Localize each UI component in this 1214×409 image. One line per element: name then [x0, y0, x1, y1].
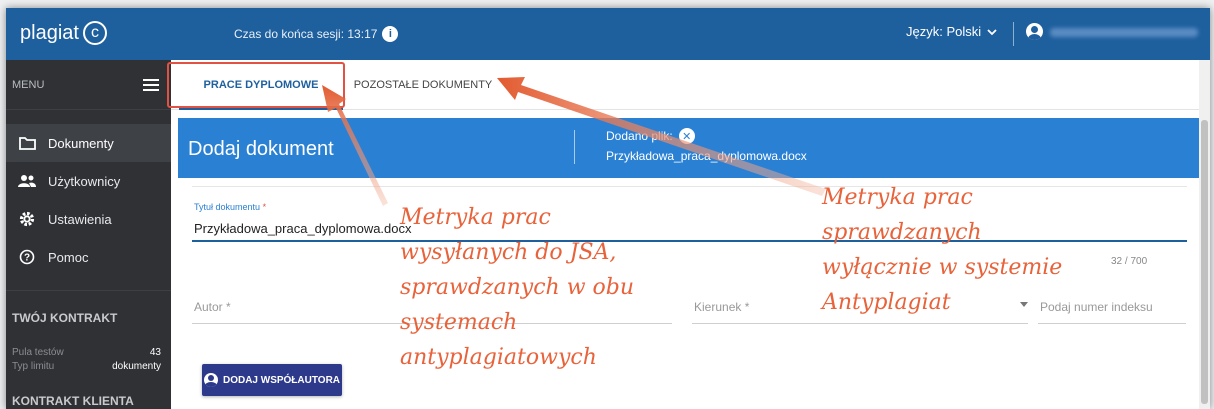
added-file-label-row: Dodano plik: ✕ [606, 128, 695, 144]
limit-row: Typ limitu dokumenty [6, 361, 171, 372]
document-form: Tytuł dokumentu * Przykładowa_praca_dypl… [178, 178, 1199, 409]
field-of-study-select[interactable]: Kierunek * [694, 300, 749, 314]
add-coauthor-button[interactable]: DODAJ WSPÓŁAUTORA [202, 364, 342, 396]
field-of-study-underline [692, 323, 1028, 324]
tab-theses[interactable]: PRACE DYPLOMOWE [179, 60, 343, 110]
user-account-icon[interactable] [1026, 23, 1043, 40]
scrollbar[interactable] [1199, 60, 1210, 409]
author-underline [192, 323, 672, 324]
pool-row: Pula testów 43 [6, 347, 171, 358]
client-contract-title: KONTRAKT KLIENTA [12, 394, 134, 408]
author-input[interactable]: Autor * [194, 300, 231, 314]
language-selector[interactable]: Język: Polski [906, 24, 997, 39]
help-icon: ? [18, 248, 36, 266]
index-underline [1038, 323, 1186, 324]
added-file-label: Dodano plik: [606, 129, 673, 143]
sidebar-item-users[interactable]: Użytkownicy [6, 162, 171, 200]
remove-file-icon[interactable]: ✕ [678, 128, 695, 144]
sidebar-item-label: Pomoc [48, 249, 89, 265]
contract-title: TWÓJ KONTRAKT [12, 311, 118, 325]
sidebar-item-help[interactable]: ? Pomoc [6, 238, 171, 276]
chevron-down-icon [987, 28, 997, 35]
gear-icon [18, 210, 36, 228]
users-icon [18, 172, 36, 190]
card-title: Dodaj dokument [188, 138, 334, 160]
logo[interactable]: plagiat c [20, 21, 107, 45]
menu-label: MENU [12, 78, 45, 91]
sidebar-item-label: Dokumenty [48, 135, 114, 151]
title-input-underline [192, 240, 1187, 242]
sidebar: MENU Dokumenty Użytkownicy Ustawienia ? [6, 60, 171, 409]
title-field-label: Tytuł dokumentu * [194, 202, 266, 212]
limit-label: Typ limitu [12, 361, 55, 372]
title-label-text: Tytuł dokumentu [194, 202, 261, 212]
logo-mark: c [82, 21, 107, 45]
dropdown-arrow-icon[interactable] [1020, 302, 1028, 307]
user-email-redacted[interactable] [1050, 28, 1198, 37]
top-bar: plagiat c Czas do końca sesji: 13:17 i J… [6, 8, 1210, 60]
sidebar-item-label: Ustawienia [48, 211, 112, 227]
folder-icon [18, 134, 36, 152]
add-coauthor-label: DODAJ WSPÓŁAUTORA [222, 374, 341, 386]
scrollbar-thumb[interactable] [1201, 120, 1208, 404]
title-input[interactable]: Przykładowa_praca_dyplomowa.docx [194, 221, 412, 236]
index-number-input[interactable]: Podaj numer indeksu [1040, 300, 1153, 314]
hamburger-icon[interactable] [143, 78, 159, 91]
pool-label: Pula testów [12, 347, 64, 358]
sidebar-item-label: Użytkownicy [48, 173, 121, 189]
language-label: Język: Polski [906, 24, 982, 39]
session-text: Czas do końca sesji: 13:17 [234, 27, 378, 41]
added-file-name: Przykładowa_praca_dyplomowa.docx [606, 149, 807, 163]
menu-header: MENU [6, 60, 171, 110]
app-window: plagiat c Czas do końca sesji: 13:17 i J… [6, 8, 1210, 409]
limit-value: dokumenty [112, 361, 161, 372]
session-timer: Czas do końca sesji: 13:17 i [234, 26, 399, 42]
header-divider [1013, 22, 1014, 46]
user-icon [203, 373, 218, 387]
svg-text:?: ? [24, 253, 30, 264]
sidebar-item-settings[interactable]: Ustawienia [6, 200, 171, 238]
form-divider [192, 186, 1187, 187]
add-document-header: Dodaj dokument Dodano plik: ✕ Przykładow… [178, 118, 1199, 178]
info-icon[interactable]: i [382, 26, 399, 42]
required-mark: * [262, 202, 267, 212]
pool-value: 43 [149, 347, 161, 358]
logo-text: plagiat [20, 21, 79, 44]
header-separator [574, 130, 575, 164]
title-char-counter: 32 / 700 [1111, 256, 1148, 267]
sidebar-item-documents[interactable]: Dokumenty [6, 124, 171, 162]
tab-other-documents[interactable]: POZOSTAŁE DOKUMENTY [343, 60, 503, 110]
tab-bar: PRACE DYPLOMOWE POZOSTAŁE DOKUMENTY [171, 60, 1210, 110]
